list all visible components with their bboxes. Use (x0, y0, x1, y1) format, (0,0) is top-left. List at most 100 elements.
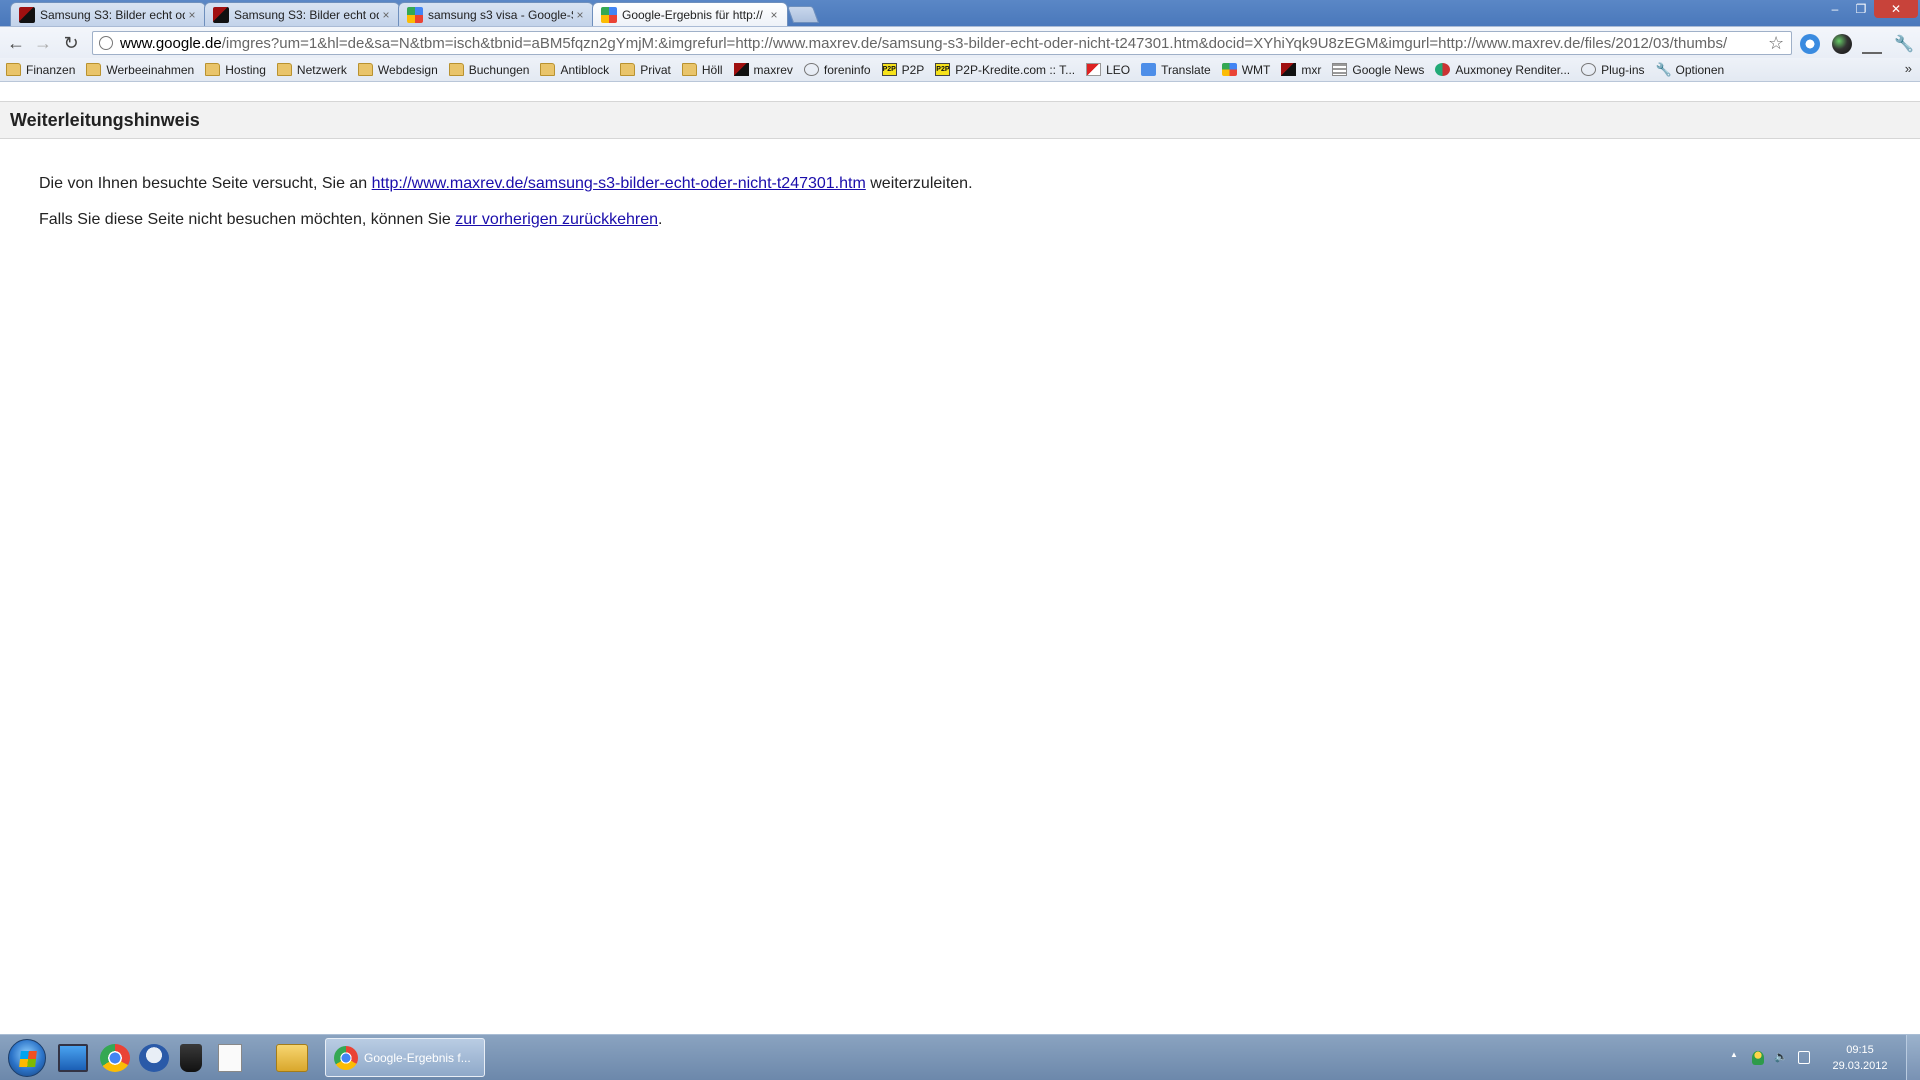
restore-button[interactable]: ❐ (1848, 0, 1874, 18)
bookmark-item[interactable]: Google News (1332, 63, 1424, 77)
system-clock[interactable]: 09:15 29.03.2012 (1820, 1042, 1900, 1074)
redirect-text-suffix: weiterzuleiten. (865, 175, 973, 192)
folder-icon (540, 63, 556, 76)
back-button[interactable]: ← (5, 33, 27, 53)
mx-icon (1281, 63, 1297, 76)
bookmark-item[interactable]: Hosting (205, 63, 266, 77)
bookmark-label: Hosting (225, 62, 266, 77)
bookmarks-overflow-icon[interactable]: » (1905, 61, 1912, 76)
tab-close-icon[interactable]: × (185, 8, 199, 22)
aux-icon (1435, 63, 1451, 76)
page-info-icon[interactable] (99, 36, 113, 50)
show-desktop-pinned-icon[interactable] (58, 1044, 88, 1072)
return-message: Falls Sie diese Seite nicht besuchen möc… (39, 210, 973, 230)
clock-time: 09:15 (1846, 1044, 1874, 1056)
return-previous-link[interactable]: zur vorherigen zurückkehren (455, 211, 658, 228)
network-icon[interactable] (1798, 1051, 1810, 1064)
bookmark-item[interactable]: maxrev (733, 62, 793, 77)
tab-label: Samsung S3: Bilder echt od (234, 7, 379, 22)
bookmark-item[interactable]: mxr (1281, 63, 1321, 77)
bookmark-item[interactable]: Werbeeinahmen (86, 63, 194, 77)
extension-download-icon[interactable] (1862, 34, 1882, 54)
maxrev-favicon-icon (19, 6, 35, 23)
redirect-target-link[interactable]: http://www.maxrev.de/samsung-s3-bilder-e… (372, 175, 866, 192)
new-tab-button[interactable] (786, 6, 820, 23)
bookmark-item[interactable]: P2P P2P-Kredite.com :: T... (935, 63, 1075, 77)
reload-button[interactable]: ↻ (60, 33, 82, 53)
bookmark-item[interactable]: Netzwerk (276, 62, 347, 77)
start-button[interactable] (8, 1039, 46, 1077)
address-path: /imgres?um=1&hl=de&sa=N&tbm=isch&tbnid=a… (221, 34, 1728, 52)
address-bar[interactable]: www.google.de/imgres?um=1&hl=de&sa=N&tbm… (92, 31, 1792, 55)
bookmark-label: Buchungen (468, 62, 530, 77)
bookmark-label: P2P (901, 62, 925, 77)
tab-close-icon[interactable]: × (767, 8, 781, 22)
bookmark-item[interactable]: 🔧 Optionen (1656, 63, 1725, 77)
address-host: www.google.de (120, 34, 222, 52)
bookmark-item[interactable]: Höll (681, 63, 723, 77)
bookmark-item[interactable]: Antiblock (540, 63, 609, 77)
translate-icon (1141, 63, 1157, 76)
windows-logo-icon (19, 1051, 37, 1067)
chrome-pinned-icon[interactable] (100, 1044, 130, 1072)
p2p-icon: P2P (881, 63, 897, 76)
extension-gear-icon[interactable] (1800, 34, 1820, 54)
bookmark-label: Translate (1161, 62, 1211, 77)
bookmark-item[interactable]: Webdesign (357, 62, 438, 77)
wrench-menu-icon[interactable]: 🔧 (1894, 34, 1914, 54)
bookmark-item[interactable]: Finanzen (6, 63, 75, 77)
tab-label: Samsung S3: Bilder echt od (40, 7, 185, 22)
folder-icon (6, 63, 21, 76)
bookmark-item[interactable]: foreninfo (803, 63, 871, 77)
taskbar-chrome-window[interactable]: Google-Ergebnis f... (325, 1038, 485, 1077)
windows-taskbar: Google-Ergebnis f... ▲ 🔈 09:15 29.03.201… (0, 1034, 1920, 1080)
folder-icon (276, 63, 292, 76)
bookmark-label: mxr (1301, 62, 1322, 77)
p2p-icon: P2P (935, 63, 951, 76)
redirect-message: Die von Ihnen besuchte Seite versucht, S… (39, 174, 973, 194)
redirect-text-prefix: Die von Ihnen besuchte Seite versucht, S… (39, 175, 372, 192)
folder-icon (448, 63, 464, 76)
wrench-icon: 🔧 (1655, 62, 1672, 77)
tab-close-icon[interactable]: × (573, 8, 587, 22)
bookmarks-bar: Finanzen Werbeeinahmen Hosting Netzwerk Webd… (0, 58, 1920, 82)
browser-toolbar: ← → ↻ www.google.de/imgres?um=1&hl=de&sa… (0, 26, 1920, 58)
browser-tab[interactable]: samsung s3 visa - Google-S × (398, 2, 594, 26)
bookmark-item[interactable]: LEO (1086, 63, 1130, 77)
browser-tab[interactable]: Google-Ergebnis für http:// × (592, 2, 788, 26)
page-title: Weiterleitungshinweis (0, 101, 1920, 139)
browser-tab[interactable]: Samsung S3: Bilder echt od × (10, 2, 206, 26)
bookmark-item[interactable]: Buchungen (448, 62, 530, 77)
explorer-pinned-icon[interactable] (276, 1044, 308, 1072)
keepass-pinned-icon[interactable] (180, 1044, 202, 1072)
bookmark-label: maxrev (753, 62, 793, 77)
show-desktop-button[interactable] (1906, 1035, 1920, 1080)
tab-close-icon[interactable]: × (379, 8, 393, 22)
close-window-button[interactable]: ✕ (1874, 0, 1918, 18)
bookmark-label: Webdesign (377, 62, 438, 77)
maxrev-favicon-icon (213, 6, 229, 23)
return-text-suffix: . (658, 211, 663, 228)
bookmark-item[interactable]: Plug-ins (1581, 63, 1645, 77)
bookmark-item[interactable]: Translate (1141, 63, 1211, 77)
volume-icon[interactable]: 🔈 (1774, 1050, 1788, 1063)
folder-icon (86, 63, 102, 76)
bookmark-item[interactable]: Privat (620, 63, 671, 77)
extension-round-icon[interactable] (1832, 34, 1852, 54)
tray-expand-icon[interactable]: ▲ (1730, 1050, 1738, 1059)
bookmark-item[interactable]: Auxmoney Renditer... (1435, 63, 1570, 77)
bookmark-label: Netzwerk (296, 62, 347, 77)
google-favicon-icon (407, 6, 423, 23)
page-content: Die von Ihnen besuchte Seite versucht, S… (39, 174, 973, 246)
minimize-button[interactable]: – (1822, 0, 1848, 18)
bookmark-item[interactable]: P2P P2P (881, 62, 925, 77)
bookmark-star-icon[interactable]: ☆ (1768, 33, 1784, 54)
bookmark-label: Privat (640, 62, 671, 77)
browser-tab[interactable]: Samsung S3: Bilder echt od × (204, 2, 400, 26)
forward-button[interactable]: → (32, 33, 54, 53)
bookmark-label: WMT (1241, 62, 1271, 77)
thunderbird-pinned-icon[interactable] (139, 1044, 169, 1072)
bookmark-item[interactable]: WMT (1221, 62, 1271, 77)
notepad-pinned-icon[interactable] (218, 1044, 242, 1072)
tray-user-icon[interactable] (1752, 1051, 1764, 1065)
